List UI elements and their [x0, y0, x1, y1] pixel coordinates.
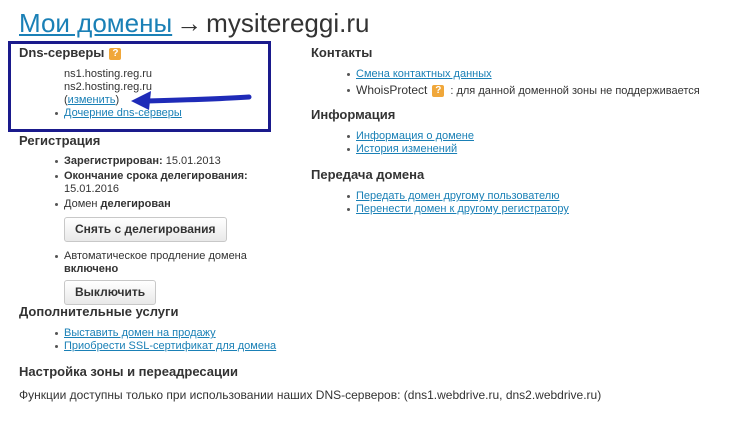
registration-title: Регистрация — [19, 133, 101, 148]
dns-section-title: Dns-серверы? — [19, 45, 259, 60]
breadcrumb-separator: → — [176, 8, 203, 38]
question-mark-icon[interactable]: ? — [109, 48, 122, 60]
domain-info-link[interactable]: Информация о домене — [356, 130, 474, 142]
list-item: История изменений — [346, 143, 731, 156]
zone-text: Функции доступны только при использовани… — [19, 388, 602, 402]
contacts-title: Контакты — [311, 45, 373, 60]
zone-section: Настройка зоны и переадресации Функции д… — [19, 364, 729, 402]
transfer-list: Передать домен другому пользователю Пере… — [311, 190, 731, 216]
whois-text: : для данной доменной зоны не поддержива… — [450, 85, 700, 97]
disable-autorenew-button[interactable]: Выключить — [64, 280, 157, 305]
arrow-left-icon — [131, 91, 252, 110]
list-item: Домен делегирован Снять с делегирования — [54, 198, 299, 242]
info-title: Информация — [311, 107, 396, 122]
paren-close: ) — [115, 94, 120, 106]
transfer-to-user-link[interactable]: Передать домен другому пользователю — [356, 190, 559, 202]
buy-ssl-link[interactable]: Приобрести SSL-сертификат для домена — [64, 340, 276, 352]
change-contacts-link[interactable]: Смена контактных данных — [356, 68, 492, 80]
whois-label: WhoisProtect — [356, 83, 428, 97]
list-item: Автоматическое продление домена включено … — [54, 250, 299, 305]
extra-services-title: Дополнительные услуги — [19, 304, 179, 319]
registered-label: Зарегистрирован: — [64, 155, 163, 167]
list-item: WhoisProtect? : для данной доменной зоны … — [346, 84, 731, 98]
domain-status: делегирован — [100, 198, 171, 210]
registration-section: Регистрация Зарегистрирован: 15.01.2013 … — [19, 133, 299, 305]
info-section: Информация Информация о домене История и… — [311, 107, 731, 156]
list-item: Приобрести SSL-сертификат для домена — [54, 340, 319, 353]
undelegate-button[interactable]: Снять с делегирования — [64, 217, 227, 242]
registration-list: Зарегистрирован: 15.01.2013 Окончание ср… — [19, 155, 299, 305]
page-title: Мои домены → mysitereggi.ru — [19, 8, 369, 39]
list-item: Информация о домене — [346, 130, 731, 143]
list-item: Выставить домен на продажу — [54, 327, 319, 340]
delegation-end-label: Окончание срока делегирования: — [64, 170, 248, 182]
breadcrumb-my-domains[interactable]: Мои домены — [19, 8, 172, 38]
domain-name: mysitereggi.ru — [206, 8, 370, 38]
contacts-list: Смена контактных данных WhoisProtect? : д… — [311, 68, 731, 98]
info-list: Информация о домене История изменений — [311, 130, 731, 156]
transfer-to-registrar-link[interactable]: Перенести домен к другому регистратору — [356, 203, 569, 215]
registered-value: 15.01.2013 — [165, 155, 221, 167]
list-item: Перенести домен к другому регистратору — [346, 203, 731, 216]
change-dns-link[interactable]: изменить — [68, 94, 116, 106]
transfer-section: Передача домена Передать домен другому п… — [311, 167, 731, 216]
autorenew-status: включено — [64, 263, 119, 275]
list-item: Смена контактных данных — [346, 68, 731, 81]
question-mark-icon[interactable]: ? — [432, 85, 445, 97]
extra-services-section: Дополнительные услуги Выставить домен на… — [19, 304, 319, 353]
autorenew-text: Автоматическое продление домена — [64, 250, 247, 262]
list-item: Окончание срока делегирования: 15.01.2016 — [54, 170, 299, 196]
transfer-title: Передача домена — [311, 167, 425, 182]
extra-services-list: Выставить домен на продажу Приобрести SS… — [19, 327, 319, 353]
list-item: Передать домен другому пользователю — [346, 190, 731, 203]
zone-title: Настройка зоны и переадресации — [19, 364, 239, 379]
contacts-section: Контакты Смена контактных данных WhoisPr… — [311, 45, 731, 98]
domain-word: Домен — [64, 198, 98, 210]
change-history-link[interactable]: История изменений — [356, 143, 457, 155]
ns1-value: ns1.hosting.reg.ru — [64, 68, 153, 80]
list-item: Зарегистрирован: 15.01.2013 — [54, 155, 299, 168]
delegation-end-value: 15.01.2016 — [64, 183, 120, 195]
sell-domain-link[interactable]: Выставить домен на продажу — [64, 327, 216, 339]
dns-title-text: Dns-серверы — [19, 45, 105, 60]
